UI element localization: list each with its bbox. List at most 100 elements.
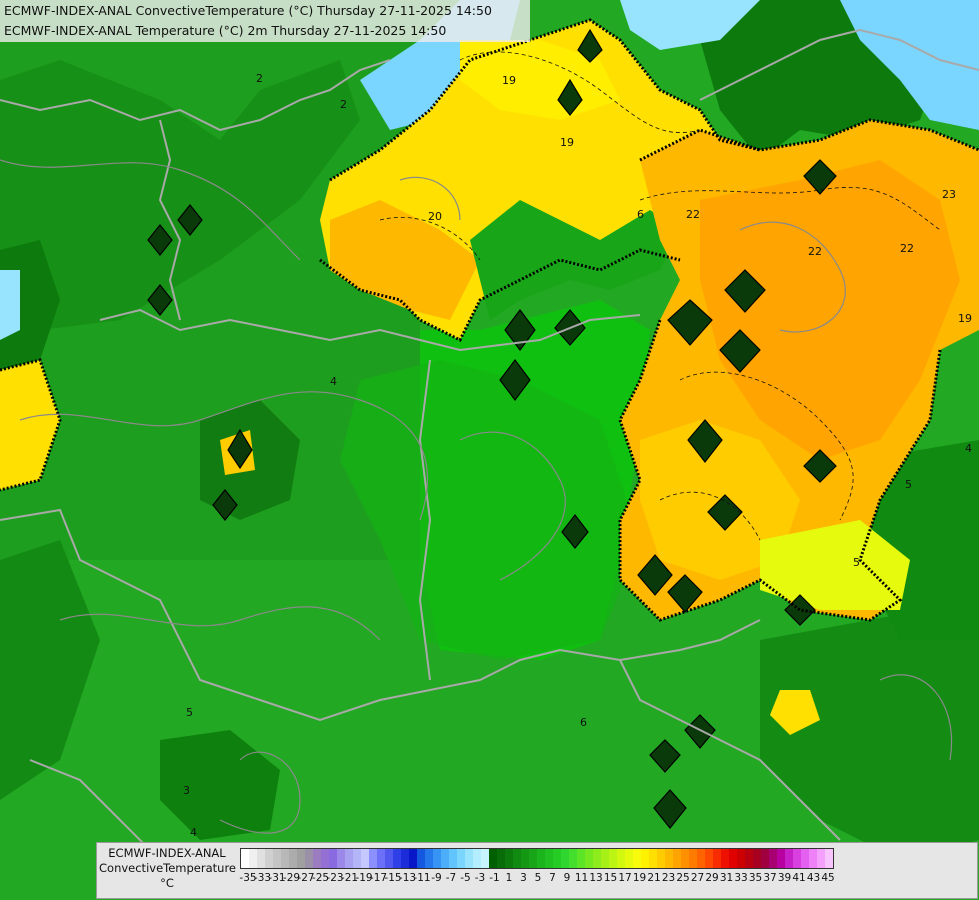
- legend-tick-label: 45: [821, 872, 835, 884]
- contour-label: 22: [686, 208, 700, 221]
- legend-swatch: [649, 849, 657, 868]
- contour-label: 2: [340, 98, 347, 111]
- contour-label: 4: [330, 375, 337, 388]
- legend-swatch: [377, 849, 385, 868]
- legend-swatch: [793, 849, 801, 868]
- contour-label: 19: [958, 312, 972, 325]
- legend-tick-label: 31: [719, 872, 734, 884]
- legend-swatch: [729, 849, 737, 868]
- legend-swatch: [537, 849, 545, 868]
- map-header: ECMWF-INDEX-ANAL ConvectiveTemperature (…: [0, 0, 530, 42]
- legend-tick-label: -3: [474, 872, 486, 884]
- legend-swatch: [257, 849, 265, 868]
- legend-tick-label: -1: [489, 872, 500, 884]
- legend-swatch: [425, 849, 433, 868]
- contour-label: 6: [637, 208, 644, 221]
- legend-swatch: [617, 849, 625, 868]
- legend-tick-label: 21: [647, 872, 661, 884]
- contour-label: 4: [190, 826, 197, 839]
- legend-swatch: [401, 849, 409, 868]
- legend-swatch: [521, 849, 529, 868]
- header-line-2: ECMWF-INDEX-ANAL Temperature (°C) 2m Thu…: [4, 23, 447, 38]
- legend-swatch: [601, 849, 609, 868]
- legend-tick-label: 23: [661, 872, 676, 884]
- legend-tick-label: 25: [676, 872, 690, 884]
- legend-swatch: [513, 849, 521, 868]
- legend-swatch: [593, 849, 601, 868]
- legend-swatch: [353, 849, 361, 868]
- legend-swatch: [457, 849, 465, 868]
- legend-swatch: [633, 849, 641, 868]
- legend-tick-label: -7: [445, 872, 457, 884]
- legend-swatch: [345, 849, 353, 868]
- legend-swatch: [265, 849, 273, 868]
- legend-swatch: [297, 849, 305, 868]
- contour-label: 5: [853, 556, 860, 569]
- contour-label: 5: [186, 706, 193, 719]
- legend-swatch: [481, 849, 489, 868]
- legend-tick-label: 39: [777, 872, 792, 884]
- legend-swatch: [505, 849, 513, 868]
- legend-swatch: [473, 849, 481, 868]
- contour-label: 4: [965, 442, 972, 455]
- legend-swatch: [673, 849, 681, 868]
- legend-swatch: [369, 849, 377, 868]
- legend-swatch: [777, 849, 785, 868]
- legend-swatch: [769, 849, 777, 868]
- legend-swatch: [289, 849, 297, 868]
- legend-swatch: [337, 849, 345, 868]
- legend-swatch: [441, 849, 449, 868]
- contour-label: 22: [900, 242, 914, 255]
- contour-label: 6: [580, 716, 587, 729]
- contour-label: 19: [502, 74, 516, 87]
- legend-swatch: [313, 849, 321, 868]
- legend-swatch: [433, 849, 441, 868]
- legend-title-line3: °C: [160, 876, 174, 890]
- legend-swatch: [529, 849, 537, 868]
- legend-swatch: [745, 849, 753, 868]
- contour-label: 3: [183, 784, 190, 797]
- legend-swatch: [393, 849, 401, 868]
- legend-tick-label: -5: [460, 872, 471, 884]
- legend-swatch: [561, 849, 569, 868]
- legend-swatch: [449, 849, 457, 868]
- legend-swatch: [577, 849, 585, 868]
- legend-swatch: [713, 849, 721, 868]
- legend-tick-label: 1: [505, 872, 513, 884]
- legend-title: ECMWF-INDEX-ANAL ConvectiveTemperature °…: [99, 846, 236, 891]
- legend-swatch: [665, 849, 673, 868]
- legend-swatch: [657, 849, 665, 868]
- legend-swatch: [585, 849, 593, 868]
- legend-swatch: [737, 849, 745, 868]
- contour-label: 5: [905, 478, 912, 491]
- contour-label: 22: [808, 245, 822, 258]
- legend-tick-label: 15: [603, 872, 618, 884]
- legend-swatch: [609, 849, 617, 868]
- legend-tick-label: 35: [748, 872, 763, 884]
- legend-swatch: [641, 849, 649, 868]
- legend-swatch: [553, 849, 561, 868]
- legend-swatch: [825, 849, 833, 868]
- legend-swatch: [281, 849, 289, 868]
- legend-tick-label: 9: [563, 872, 571, 884]
- legend-tick-label: 19: [632, 872, 647, 884]
- legend-tick-label: 13: [589, 872, 603, 884]
- legend-swatch: [305, 849, 313, 868]
- legend-tick-label: 11: [574, 872, 589, 884]
- legend-swatch: [409, 849, 417, 868]
- legend-swatch: [497, 849, 505, 868]
- legend-tick-label: 33: [734, 872, 748, 884]
- contour-label: 19: [560, 136, 574, 149]
- legend-tick-label: -9: [431, 872, 442, 884]
- legend-swatch: [329, 849, 337, 868]
- contour-label: 2: [256, 72, 263, 85]
- legend-color-scale: [240, 848, 834, 869]
- weather-map: 2 2 4 5 3 4 6 19 19 20 6 22 22 23 22 19 …: [0, 0, 979, 900]
- legend-tick-label: 27: [690, 872, 705, 884]
- legend-swatch: [721, 849, 729, 868]
- legend-tick-label: 3: [520, 872, 527, 884]
- legend-swatch: [697, 849, 705, 868]
- legend-tick-label: 43: [806, 872, 821, 884]
- legend-swatch: [489, 849, 497, 868]
- contour-label: 23: [942, 188, 956, 201]
